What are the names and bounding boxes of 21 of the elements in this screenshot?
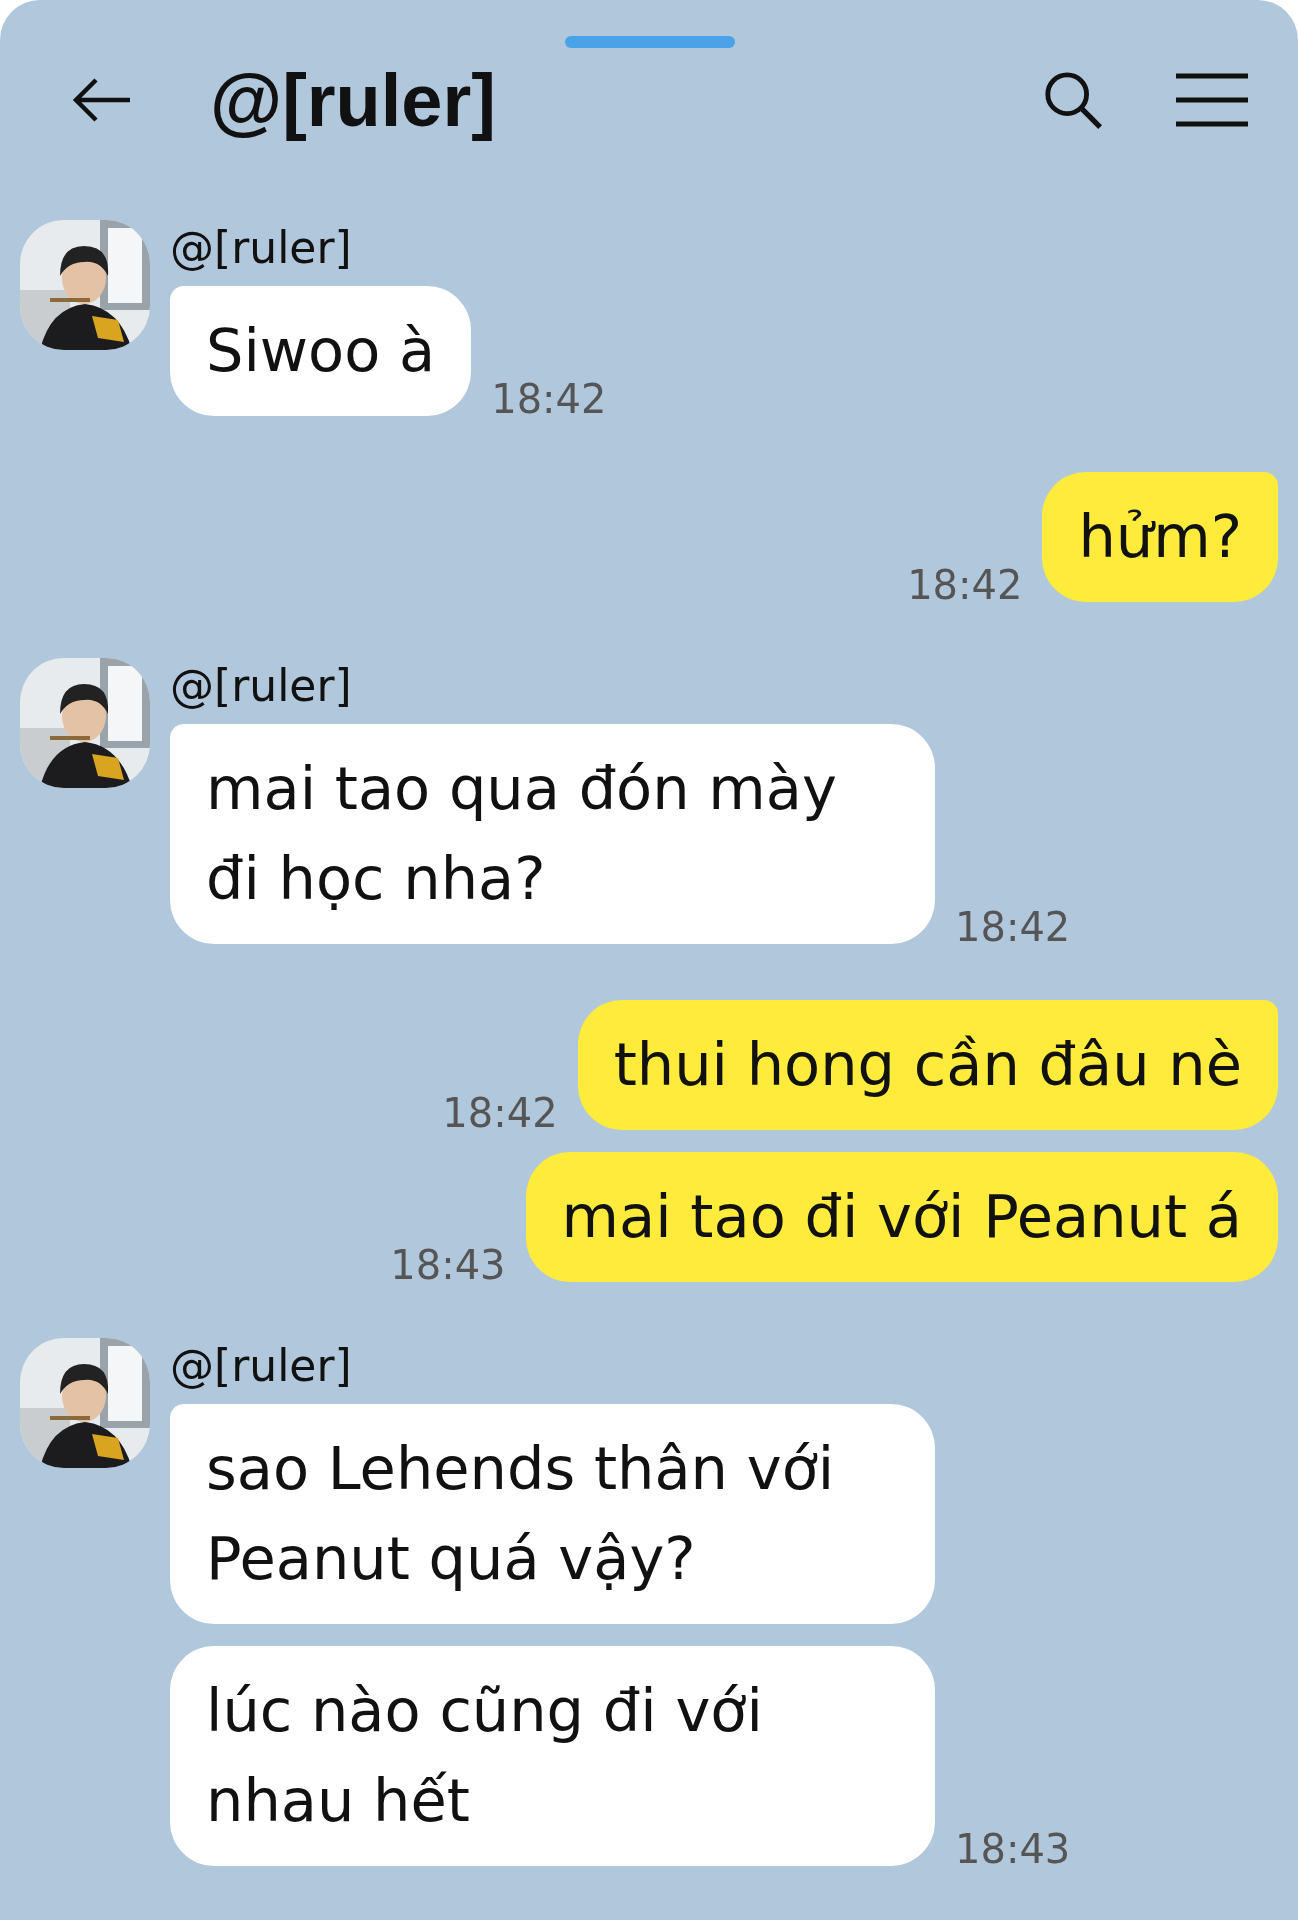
message-bubble: lúc nào cũng đi với nhau hết [170,1646,935,1866]
back-arrow-icon[interactable] [72,78,132,122]
chat-title: @[ruler] [210,57,496,143]
sender-name: @[ruler] [170,1339,353,1393]
search-icon[interactable] [1042,69,1104,131]
message-time: 18:42 [907,562,1023,608]
message-time: 18:43 [955,1826,1071,1872]
message-bubble: hửm? [1042,472,1278,602]
message-bubble: mai tao qua đón mày đi học nha? [170,724,935,944]
message-bubble: Siwoo à [170,286,472,416]
message-time: 18:42 [442,1090,558,1136]
menu-icon[interactable] [1176,72,1248,128]
drag-handle[interactable] [565,36,735,48]
message-time: 18:43 [390,1242,506,1288]
message-time: 18:42 [491,376,607,422]
sender-name: @[ruler] [170,659,353,713]
message-time: 18:42 [955,904,1071,950]
sender-name: @[ruler] [170,221,353,275]
message-bubble: sao Lehends thân với Peanut quá vậy? [170,1404,935,1624]
message-bubble: thui hong cần đâu nè [577,1000,1278,1130]
message-bubble: mai tao đi với Peanut á [525,1152,1278,1282]
